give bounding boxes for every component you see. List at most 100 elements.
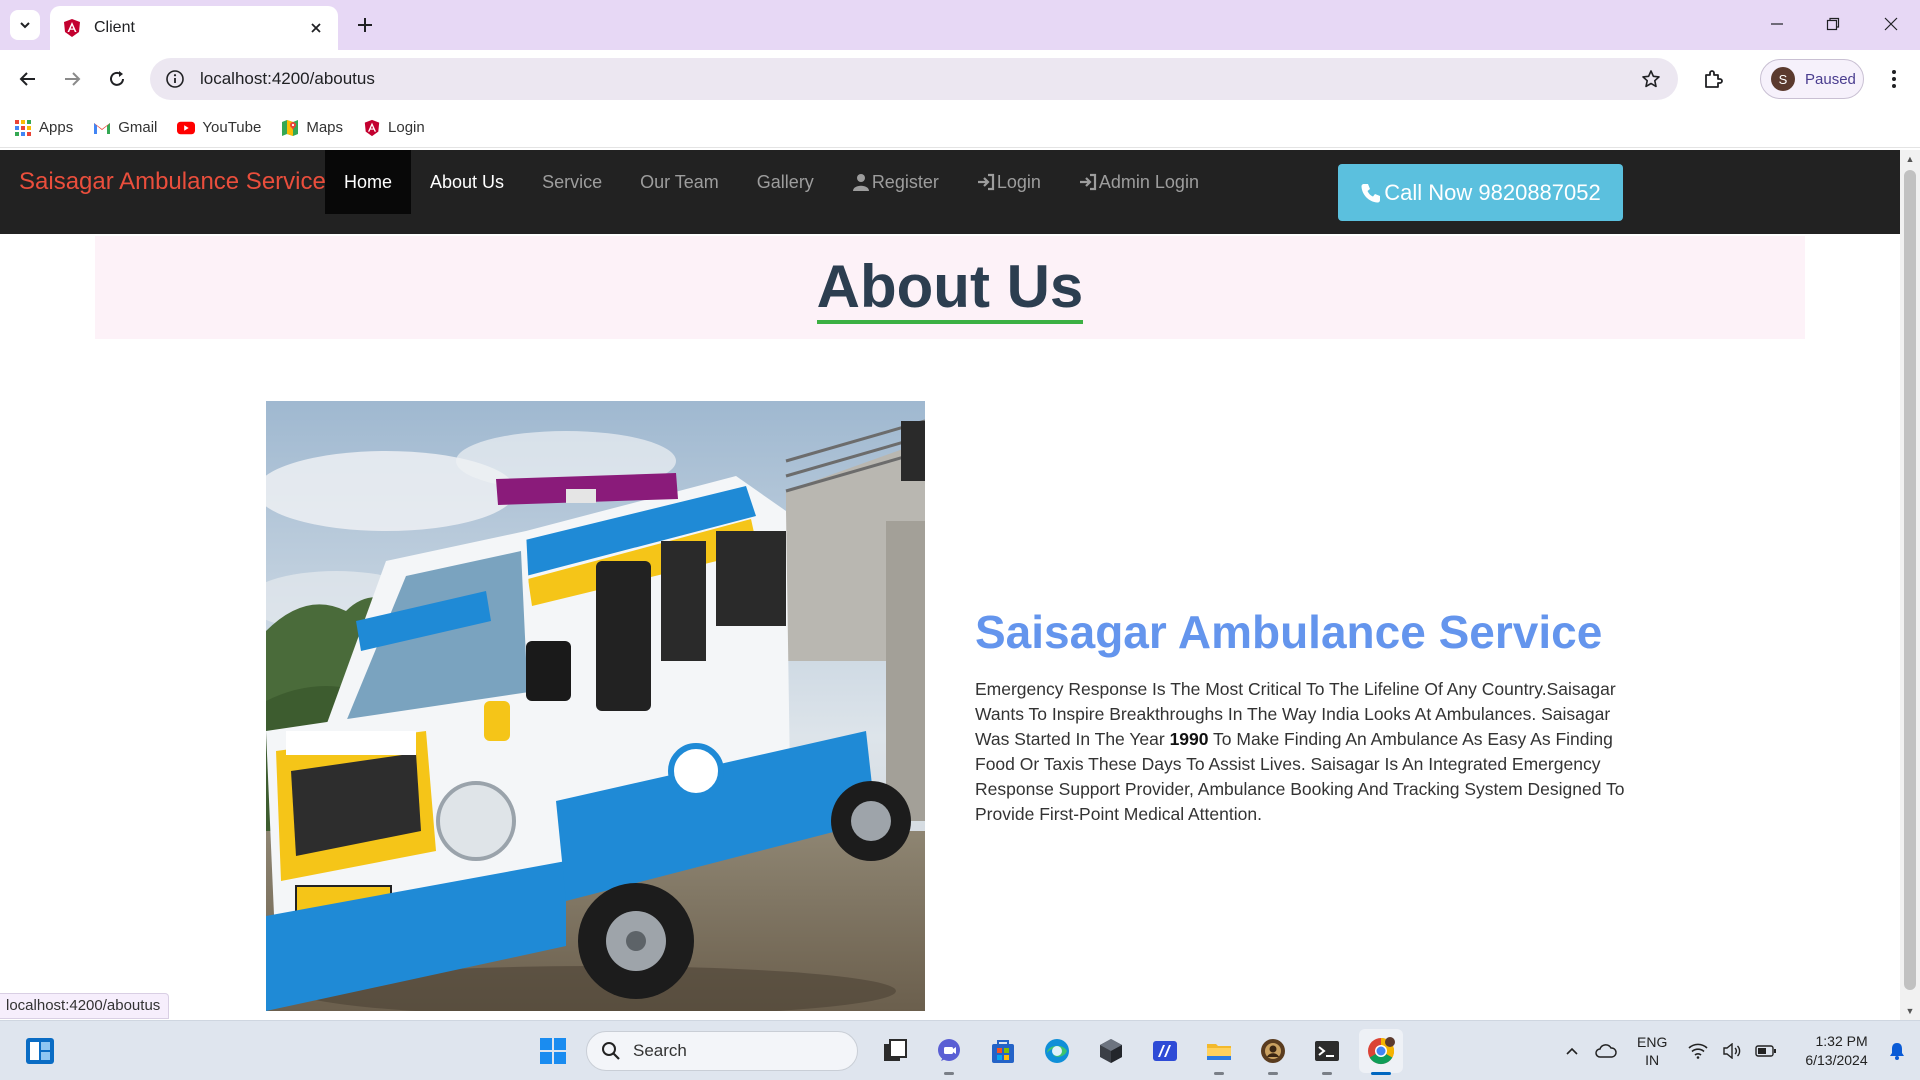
taskbar-app-cube[interactable]: [1089, 1029, 1133, 1073]
address-bar[interactable]: localhost:4200/aboutus: [150, 58, 1678, 100]
tray-onedrive[interactable]: [1592, 1037, 1620, 1065]
terminal-icon: [1315, 1041, 1339, 1061]
link-status-bubble: localhost:4200/aboutus: [0, 993, 170, 1019]
about-content: Saisagar Ambulance Service Emergency Res…: [975, 605, 1635, 827]
user-icon: [852, 173, 870, 191]
nav-label: Register: [871, 171, 939, 192]
site-navbar: Saisagar Ambulance Service Home About Us…: [0, 150, 1900, 234]
tab-search-button[interactable]: [10, 10, 40, 40]
about-description: Emergency Response Is The Most Critical …: [975, 677, 1635, 827]
tray-volume[interactable]: [1718, 1037, 1746, 1065]
bookmark-youtube[interactable]: YouTube: [177, 119, 261, 137]
arrow-left-icon: [19, 72, 35, 86]
ambulance-photo: [266, 401, 925, 1011]
bookmark-maps[interactable]: Maps: [281, 119, 343, 137]
nav-our-team[interactable]: Our Team: [621, 150, 738, 214]
nav-label: Service: [542, 171, 603, 192]
app-badge-icon: [1261, 1039, 1285, 1063]
task-view-icon: [884, 1039, 907, 1061]
search-icon: [602, 1042, 620, 1060]
tab-close-button[interactable]: [306, 18, 326, 38]
nav-label: Login: [996, 171, 1041, 192]
taskbar-apps: Search: [526, 1029, 1408, 1075]
gmail-icon: [93, 119, 111, 137]
battery-icon: [1755, 1045, 1777, 1057]
site-nav-menu: Home About Us Service Our Team Gallery R…: [325, 150, 1218, 214]
widgets-icon: [26, 1038, 54, 1064]
nav-label: Admin Login: [1098, 171, 1199, 192]
widgets-button[interactable]: [24, 1035, 56, 1067]
reload-button[interactable]: [101, 63, 133, 95]
call-now-button[interactable]: Call Now 9820887052: [1338, 164, 1623, 221]
bookmark-apps[interactable]: Apps: [14, 119, 73, 137]
taskbar-file-explorer[interactable]: [1197, 1029, 1241, 1075]
taskbar-teams[interactable]: [927, 1029, 971, 1075]
forward-button[interactable]: [56, 63, 88, 95]
taskview-button[interactable]: [873, 1029, 917, 1073]
new-tab-button[interactable]: [352, 12, 378, 38]
chrome-icon: [1368, 1037, 1395, 1065]
profile-button[interactable]: S Paused: [1760, 59, 1864, 99]
close-icon: [1884, 17, 1898, 31]
scroll-thumb[interactable]: [1904, 170, 1916, 990]
bookmark-gmail[interactable]: Gmail: [93, 119, 157, 137]
nav-about-us[interactable]: About Us: [411, 150, 523, 214]
about-heading: Saisagar Ambulance Service: [975, 606, 1603, 658]
nav-gallery[interactable]: Gallery: [738, 150, 833, 214]
taskbar-terminal[interactable]: [1305, 1029, 1349, 1075]
taskbar-store[interactable]: [981, 1029, 1025, 1073]
back-button[interactable]: [12, 63, 44, 95]
taskbar-clock[interactable]: 1:32 PM 6/13/2024: [1805, 1032, 1867, 1070]
nav-admin-login[interactable]: Admin Login: [1060, 150, 1218, 214]
browser-tab[interactable]: Client: [50, 6, 338, 50]
chat-icon: [938, 1039, 960, 1061]
region-code: IN: [1645, 1052, 1660, 1068]
minimize-icon: [1771, 23, 1783, 25]
language-indicator[interactable]: ENG IN: [1637, 1033, 1667, 1069]
scroll-up-arrow[interactable]: ▲: [1905, 154, 1915, 164]
apps-grid-icon: [14, 119, 32, 137]
bookmarks-bar: Apps Gmail YouTube Maps Login: [0, 108, 1920, 148]
tray-wifi[interactable]: [1684, 1037, 1712, 1065]
extensions-button[interactable]: [1696, 62, 1730, 96]
clock-time: 1:32 PM: [1815, 1033, 1868, 1049]
site-brand[interactable]: Saisagar Ambulance Service: [19, 168, 326, 196]
browser-menu-button[interactable]: [1878, 63, 1910, 95]
notifications-button[interactable]: [1883, 1037, 1911, 1065]
site-info-icon[interactable]: [164, 68, 186, 90]
nav-home[interactable]: Home: [325, 150, 412, 214]
bookmark-label: Gmail: [118, 119, 158, 136]
bookmark-star-button[interactable]: [1636, 64, 1666, 94]
plus-icon: [358, 18, 372, 32]
taskbar-app-round[interactable]: [1251, 1029, 1295, 1075]
tab-strip: Client: [0, 0, 1920, 50]
nav-login[interactable]: Login: [958, 150, 1060, 214]
avatar: S: [1771, 67, 1795, 91]
tray-battery[interactable]: [1752, 1037, 1780, 1065]
taskbar-chrome[interactable]: [1359, 1029, 1403, 1075]
close-window-button[interactable]: [1868, 8, 1914, 40]
edge-icon: [1045, 1039, 1069, 1063]
kebab-menu-icon: [1892, 70, 1896, 88]
bookmark-login[interactable]: Login: [363, 119, 425, 137]
nav-label: About Us: [430, 171, 505, 192]
url-text[interactable]: localhost:4200/aboutus: [200, 69, 1636, 89]
start-button[interactable]: [531, 1029, 575, 1073]
tray-overflow-button[interactable]: [1558, 1037, 1586, 1065]
system-tray: ENG IN 1:32 PM 6/13/2024: [1555, 1021, 1914, 1080]
restore-button[interactable]: [1810, 8, 1856, 40]
minimize-button[interactable]: [1754, 8, 1800, 40]
taskbar-search-label: Search: [633, 1041, 687, 1060]
page-scrollbar[interactable]: ▲ ▼: [1900, 150, 1920, 1020]
scroll-down-arrow[interactable]: ▼: [1905, 1006, 1915, 1016]
nav-service[interactable]: Service: [523, 150, 621, 214]
nav-label: Home: [344, 171, 393, 192]
browser-toolbar: localhost:4200/aboutus S Paused: [0, 50, 1920, 108]
maps-icon: [281, 119, 299, 137]
language-code: ENG: [1637, 1034, 1668, 1050]
taskbar-search[interactable]: Search: [586, 1031, 858, 1071]
taskbar-vscode-like[interactable]: [1143, 1029, 1187, 1073]
taskbar-edge[interactable]: [1035, 1029, 1079, 1073]
nav-register[interactable]: Register: [833, 150, 958, 214]
page-viewport: Saisagar Ambulance Service Home About Us…: [0, 150, 1900, 1020]
